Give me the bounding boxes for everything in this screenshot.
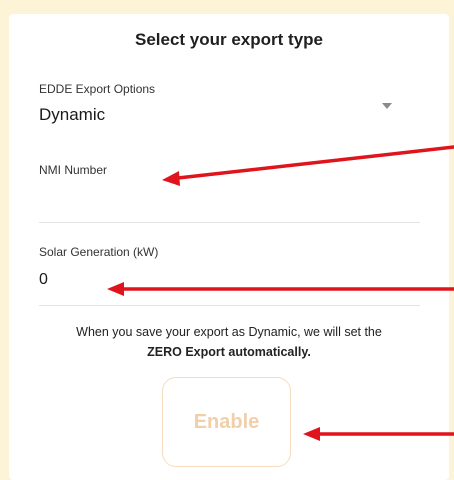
- solar-generation-underline: [39, 305, 420, 306]
- nmi-number-field[interactable]: NMI Number: [39, 154, 420, 223]
- export-settings-card: Select your export type EDDE Export Opti…: [9, 14, 449, 480]
- dynamic-export-notice: When you save your export as Dynamic, we…: [9, 322, 449, 362]
- notice-line-1: When you save your export as Dynamic, we…: [76, 325, 382, 339]
- export-options-label: EDDE Export Options: [39, 82, 156, 96]
- export-options-select[interactable]: EDDE Export Options Dynamic: [39, 78, 420, 138]
- page-title: Select your export type: [134, 30, 323, 49]
- export-options-value: Dynamic: [39, 105, 106, 124]
- solar-generation-value: 0: [39, 271, 48, 288]
- notice-line-2: ZERO Export automatically.: [147, 345, 311, 359]
- nmi-number-label: NMI Number: [39, 163, 108, 177]
- solar-generation-label: Solar Generation (kW): [39, 245, 159, 259]
- enable-button[interactable]: Enable: [162, 377, 291, 467]
- dropdown-arrow-icon[interactable]: [382, 103, 392, 109]
- nmi-number-underline: [39, 222, 420, 223]
- solar-generation-field[interactable]: Solar Generation (kW) 0: [39, 235, 420, 306]
